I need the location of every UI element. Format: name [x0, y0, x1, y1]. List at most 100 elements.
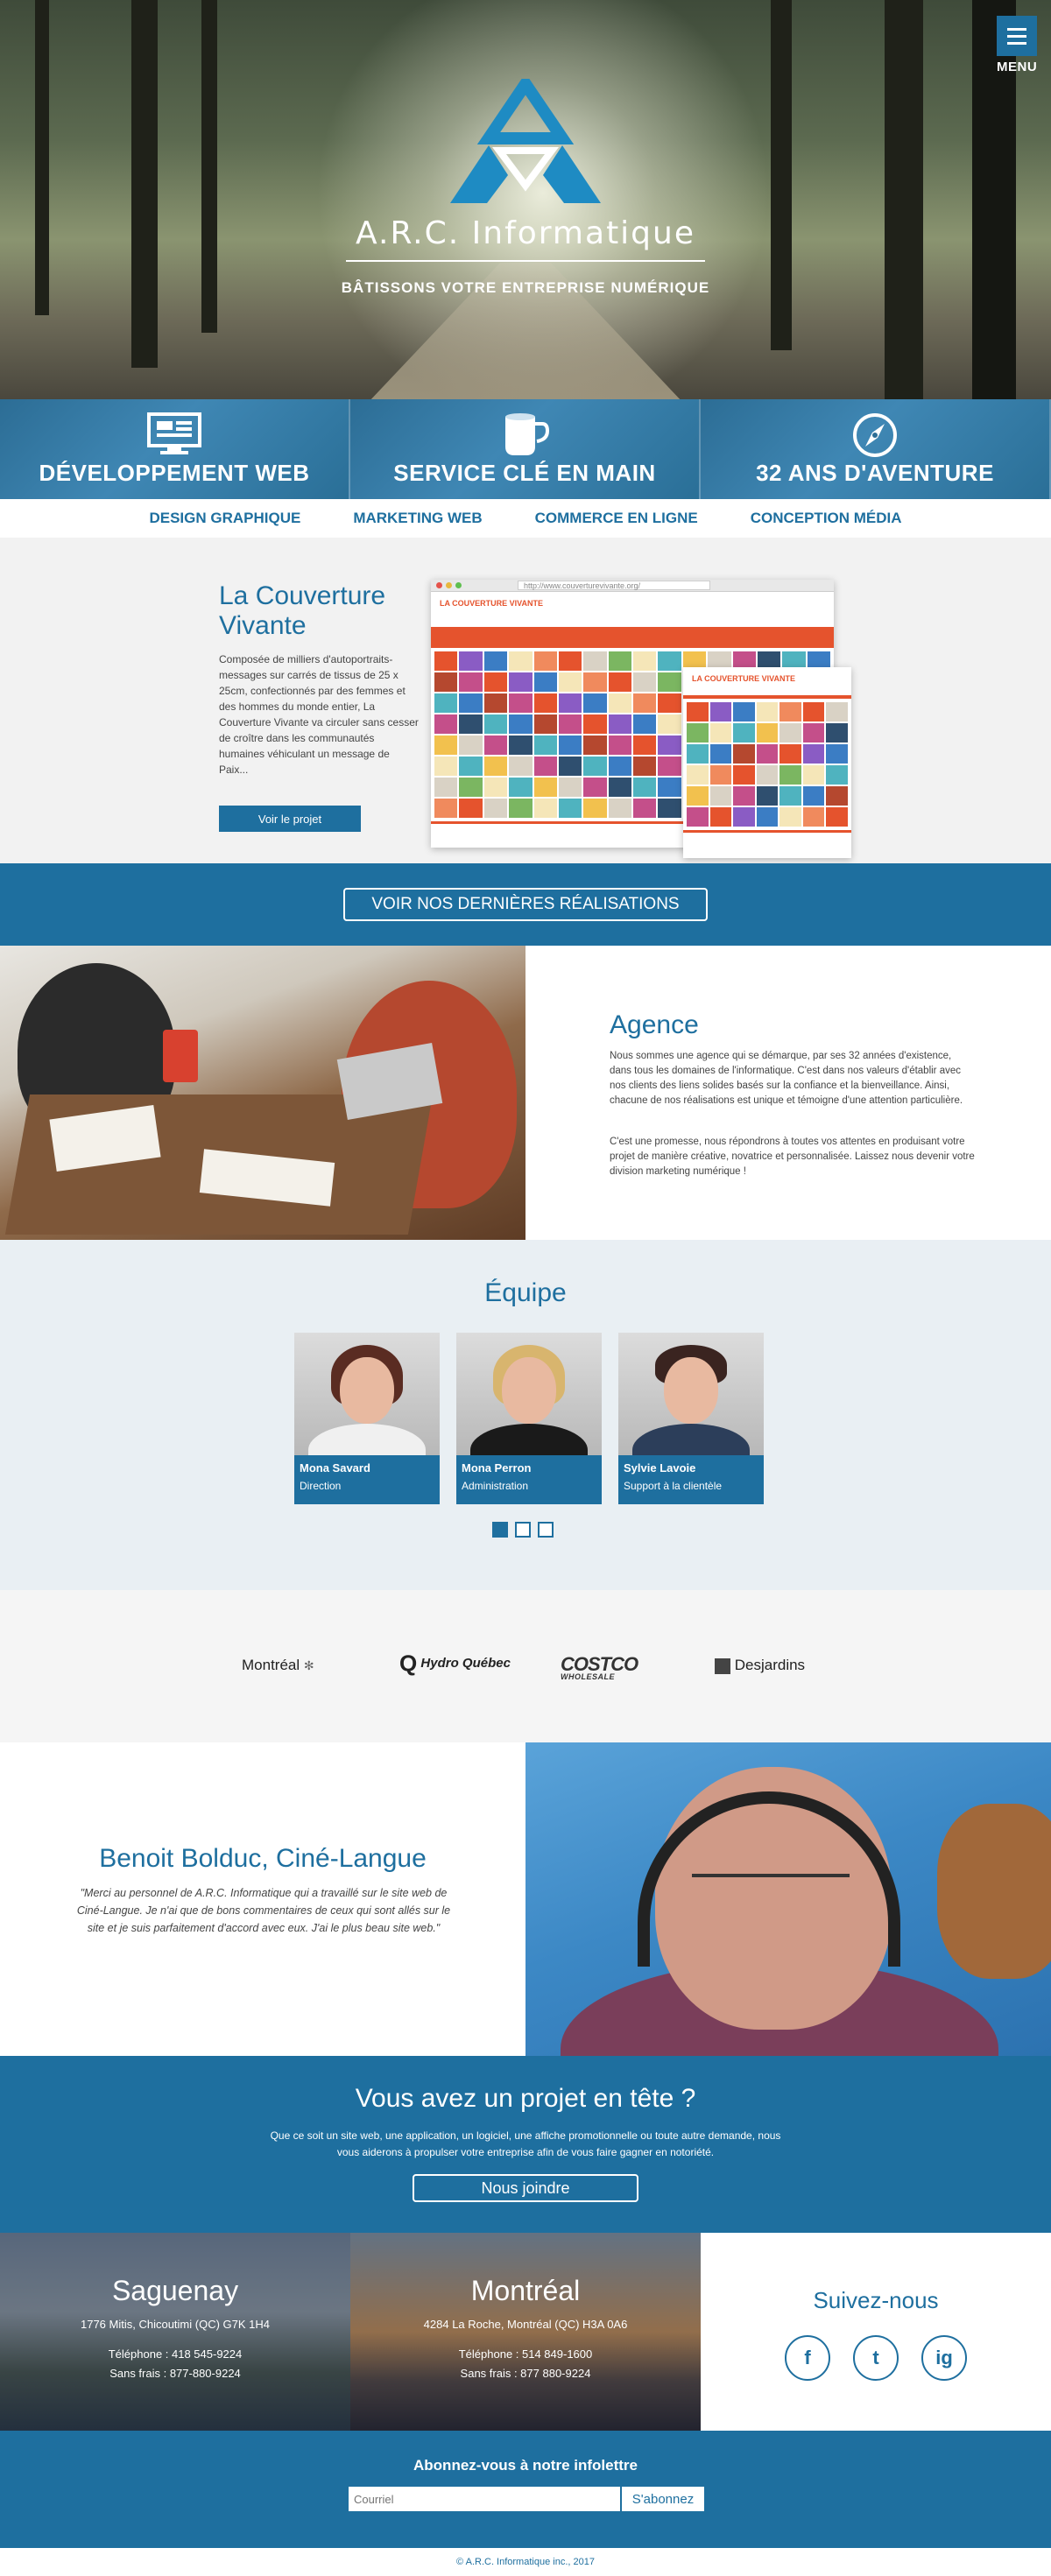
project-title: La Couverture Vivante — [219, 581, 386, 640]
quilt-tile — [709, 744, 732, 764]
quilt-tile — [434, 672, 458, 692]
partner-hydro-quebec-logo[interactable]: Q Hydro Québec — [399, 1652, 511, 1675]
view-project-button[interactable]: Voir le projet — [219, 806, 361, 832]
quilt-tile — [687, 765, 709, 785]
quilt-tile — [509, 799, 533, 818]
office-tollfree[interactable]: Sans frais : 877-880-9224 — [0, 2364, 350, 2383]
quilt-tile — [459, 757, 483, 776]
service-32-years[interactable]: 32 ANS D'AVENTURE — [701, 399, 1051, 499]
carousel-dot[interactable] — [515, 1522, 531, 1538]
menu-button[interactable]: MENU — [997, 16, 1037, 75]
quilt-tile — [483, 672, 508, 692]
tree-trunk — [35, 0, 49, 315]
testimonial-author: Benoit Bolduc, Ciné-Langue — [99, 1844, 427, 1873]
quilt-tile — [658, 757, 681, 776]
office-address: 1776 Mitis, Chicoutimi (QC) G7K 1H4 — [80, 2318, 270, 2331]
quilt-tile — [802, 744, 825, 764]
office-phone[interactable]: Téléphone : 514 849-1600 — [350, 2345, 701, 2364]
service-web-development[interactable]: DÉVELOPPEMENT WEB — [0, 399, 350, 499]
carousel-dots — [492, 1522, 554, 1538]
quilt-tile — [459, 799, 483, 818]
quilt-tile — [558, 735, 582, 755]
office-address: 4284 La Roche, Montréal (QC) H3A 0A6 — [423, 2318, 628, 2331]
team-card[interactable]: Sylvie Lavoie Support à la clientèle — [618, 1333, 764, 1504]
divider — [346, 260, 705, 262]
quilt-tile — [583, 735, 607, 755]
realisations-band: VOIR NOS DERNIÈRES RÉALISATIONS — [0, 863, 1051, 946]
quilt-tile — [558, 672, 582, 692]
quilt-tile — [533, 651, 557, 671]
office-tollfree[interactable]: Sans frais : 877 880-9224 — [350, 2364, 701, 2383]
team-section: Équipe Mona Savard Direction Mona Perron… — [0, 1240, 1051, 1590]
quilt-tile — [483, 778, 508, 797]
nav-conception-media[interactable]: CONCEPTION MÉDIA — [751, 510, 902, 527]
quilt-tile — [633, 714, 657, 734]
service-turnkey[interactable]: SERVICE CLÉ EN MAIN — [350, 399, 701, 499]
quilt-tile — [434, 799, 458, 818]
quilt-tile — [802, 807, 825, 827]
snowflake-icon: ✻ — [303, 1658, 314, 1672]
mock-logo: LA COUVERTURE VIVANTE — [692, 674, 796, 683]
twitter-icon[interactable]: t — [853, 2335, 899, 2381]
team-card[interactable]: Mona Perron Administration — [456, 1333, 602, 1504]
agence-title: Agence — [610, 1010, 699, 1039]
quilt-tile — [608, 693, 631, 713]
quilt-tile — [483, 693, 508, 713]
partners-section: Montréal ✻ Q Hydro Québec COSTCO WHOLESA… — [0, 1590, 1051, 1742]
team-name: Mona Perron — [462, 1461, 532, 1475]
quilt-tile — [733, 786, 755, 806]
quilt-tile — [509, 757, 533, 776]
quilt-tile — [434, 778, 458, 797]
office-montreal: Montréal 4284 La Roche, Montréal (QC) H3… — [350, 2233, 701, 2431]
brand-logo[interactable]: A.R.C. Informatique BÂTISSONS VOTRE ENTR… — [324, 79, 727, 297]
partner-desjardins-logo[interactable]: Desjardins — [715, 1657, 805, 1674]
brand-name: A.R.C. Informatique — [356, 215, 695, 251]
cta-text: Que ce soit un site web, une application… — [270, 2129, 781, 2158]
quilt-tile — [756, 786, 779, 806]
partner-montreal-logo[interactable]: Montréal ✻ — [242, 1657, 314, 1674]
nav-marketing-web[interactable]: MARKETING WEB — [353, 510, 482, 527]
nav-design-graphique[interactable]: DESIGN GRAPHIQUE — [149, 510, 300, 527]
quilt-tile — [802, 765, 825, 785]
team-photo — [294, 1333, 440, 1455]
service-label: DÉVELOPPEMENT WEB — [39, 460, 310, 486]
quilt-tile — [509, 693, 533, 713]
quilt-tile — [756, 744, 779, 764]
quilt-tile — [658, 735, 681, 755]
quilt-tile — [658, 799, 681, 818]
partner-name: Desjardins — [734, 1657, 806, 1673]
team-info: Sylvie Lavoie Support à la clientèle — [618, 1455, 764, 1504]
nav-commerce-en-ligne[interactable]: COMMERCE EN LIGNE — [535, 510, 698, 527]
instagram-icon[interactable]: ig — [921, 2335, 967, 2381]
quilt-tile — [658, 651, 681, 671]
email-field[interactable] — [349, 2487, 620, 2511]
contact-button[interactable]: Nous joindre — [413, 2174, 638, 2202]
facebook-icon[interactable]: f — [785, 2335, 830, 2381]
quilt-tile — [434, 651, 458, 671]
quilt-tile — [756, 723, 779, 743]
team-card[interactable]: Mona Savard Direction — [294, 1333, 440, 1504]
quilt-tile — [509, 672, 533, 692]
quilt-tile — [583, 757, 607, 776]
quilt-tile — [658, 672, 681, 692]
quilt-tile — [608, 651, 631, 671]
office-phone[interactable]: Téléphone : 418 545-9224 — [0, 2345, 350, 2364]
quilt-tile — [733, 807, 755, 827]
agence-photo — [0, 946, 526, 1240]
quilt-tile — [687, 744, 709, 764]
realisations-button[interactable]: VOIR NOS DERNIÈRES RÉALISATIONS — [343, 888, 708, 921]
office-city: Montréal — [470, 2275, 581, 2306]
partner-costco-logo[interactable]: COSTCO WHOLESALE — [561, 1653, 638, 1681]
quilt-tile — [459, 778, 483, 797]
subscribe-button[interactable]: S'abonnez — [620, 2487, 704, 2511]
quilt-tile — [826, 702, 848, 721]
mock-header: LA COUVERTURE VIVANTE — [683, 667, 851, 699]
quilt-tile — [459, 651, 483, 671]
quilt-tile — [633, 799, 657, 818]
quilt-tile — [687, 786, 709, 806]
tree-trunk — [885, 0, 923, 399]
quilt-tile — [558, 693, 582, 713]
carousel-dot[interactable] — [492, 1522, 508, 1538]
carousel-dot[interactable] — [538, 1522, 554, 1538]
agence-paragraph: C'est une promesse, nous répondrons à to… — [610, 1137, 975, 1177]
